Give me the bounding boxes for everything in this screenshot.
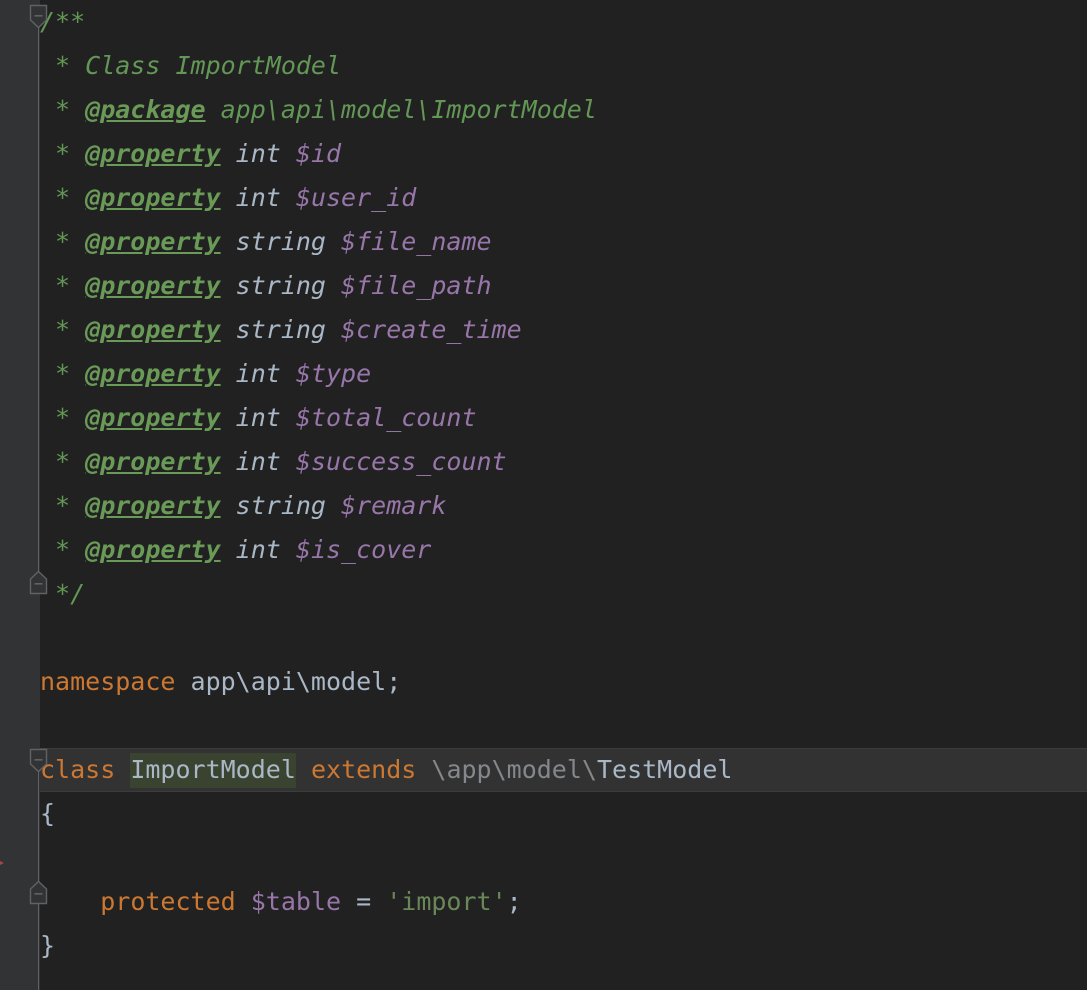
code-line[interactable]: class ImportModel extends \app\model\Tes… — [40, 748, 732, 792]
code-token: protected — [100, 887, 236, 916]
code-token: string — [220, 227, 342, 256]
code-token: * — [40, 447, 86, 476]
code-token: $id — [295, 139, 342, 168]
code-token: extends — [310, 755, 417, 784]
code-token: * — [40, 359, 86, 388]
code-token: int — [220, 183, 296, 212]
code-token: int — [220, 359, 296, 388]
code-line[interactable]: * @property int $type — [40, 352, 732, 396]
code-token: @package — [85, 95, 206, 124]
code-token: $create_time — [341, 315, 522, 344]
code-line[interactable]: /** — [40, 0, 732, 44]
code-token: app\api\model — [175, 667, 387, 696]
code-token: = — [341, 887, 387, 916]
code-token: * — [40, 139, 86, 168]
code-line[interactable]: * @property string $create_time — [40, 308, 732, 352]
fold-marker-docblock-start-icon[interactable] — [29, 4, 48, 29]
code-token: @property — [85, 535, 221, 564]
code-token: $user_id — [295, 183, 417, 212]
code-token: $total_count — [295, 403, 477, 432]
code-token: * — [40, 535, 86, 564]
code-token: Class ImportModel — [85, 51, 342, 80]
code-line[interactable]: * @property string $file_name — [40, 220, 732, 264]
code-token: class — [40, 755, 116, 784]
code-token: string — [220, 491, 342, 520]
code-line[interactable]: protected $table = 'import'; — [40, 880, 732, 924]
code-token: int — [220, 139, 296, 168]
code-line[interactable]: * @package app\api\model\ImportModel — [40, 88, 732, 132]
code-token: \app\model\ — [431, 755, 597, 784]
code-token: @property — [85, 403, 221, 432]
editor-gutter[interactable] — [0, 0, 26, 990]
code-token: * — [40, 491, 86, 520]
code-token: app\api\model\ImportModel — [205, 95, 597, 124]
code-token: int — [220, 535, 296, 564]
fold-region-line — [38, 22, 39, 586]
fold-marker-class-end-icon[interactable] — [29, 880, 48, 905]
code-token: $success_count — [295, 447, 507, 476]
code-token: $file_name — [341, 227, 492, 256]
code-line[interactable]: * Class ImportModel — [40, 44, 732, 88]
code-token: * — [40, 227, 86, 256]
code-text[interactable]: /** * Class ImportModel * @package app\a… — [40, 0, 732, 990]
code-token: @property — [85, 227, 221, 256]
code-token: int — [220, 403, 296, 432]
code-token: * — [40, 95, 86, 124]
code-token: 'import' — [386, 887, 507, 916]
code-token: @property — [85, 447, 221, 476]
code-line[interactable]: * @property string $remark — [40, 484, 732, 528]
code-line[interactable]: * @property int $total_count — [40, 396, 732, 440]
code-line[interactable]: } — [40, 924, 732, 968]
code-token: $is_cover — [295, 535, 432, 564]
code-line[interactable]: * @property int $id — [40, 132, 732, 176]
code-editor[interactable]: /** * Class ImportModel * @package app\a… — [0, 0, 1087, 990]
code-line[interactable] — [40, 968, 732, 990]
code-line[interactable]: * @property int $success_count — [40, 440, 732, 484]
code-token: * — [40, 51, 86, 80]
code-token: @property — [85, 491, 221, 520]
fold-marker-class-start-icon[interactable] — [29, 748, 48, 773]
code-token: $type — [295, 359, 372, 388]
code-line[interactable] — [40, 616, 732, 660]
code-token: $remark — [341, 491, 447, 520]
code-token: $file_path — [341, 271, 492, 300]
code-token: ; — [506, 887, 522, 916]
code-line[interactable]: */ — [40, 572, 732, 616]
code-token: ; — [386, 667, 402, 696]
code-line[interactable] — [40, 836, 732, 880]
code-token: string — [220, 271, 342, 300]
code-token: $table — [250, 887, 342, 916]
code-token: { — [40, 799, 56, 828]
code-line[interactable]: namespace app\api\model; — [40, 660, 732, 704]
identifier-highlight: ImportModel — [130, 753, 296, 788]
code-line[interactable]: { — [40, 792, 732, 836]
fold-marker-docblock-end-icon[interactable] — [29, 570, 48, 595]
code-line[interactable]: * @property int $is_cover — [40, 528, 732, 572]
code-token: string — [220, 315, 342, 344]
code-token: namespace — [40, 667, 176, 696]
fold-region-line — [38, 766, 39, 886]
fold-region-line — [38, 900, 39, 990]
code-token: } — [40, 931, 56, 960]
code-line[interactable]: * @property int $user_id — [40, 176, 732, 220]
code-token: * — [40, 183, 86, 212]
code-token: @property — [85, 183, 221, 212]
code-line[interactable] — [40, 704, 732, 748]
code-token: TestModel — [596, 755, 733, 784]
code-token: * — [40, 403, 86, 432]
code-token: @property — [85, 271, 221, 300]
code-token: * — [40, 315, 86, 344]
code-token: int — [220, 447, 296, 476]
code-token: * — [40, 271, 86, 300]
code-token: @property — [85, 315, 221, 344]
code-token: @property — [85, 359, 221, 388]
code-line[interactable]: * @property string $file_path — [40, 264, 732, 308]
vcs-change-marker-icon[interactable] — [0, 854, 8, 866]
code-token: @property — [85, 139, 221, 168]
